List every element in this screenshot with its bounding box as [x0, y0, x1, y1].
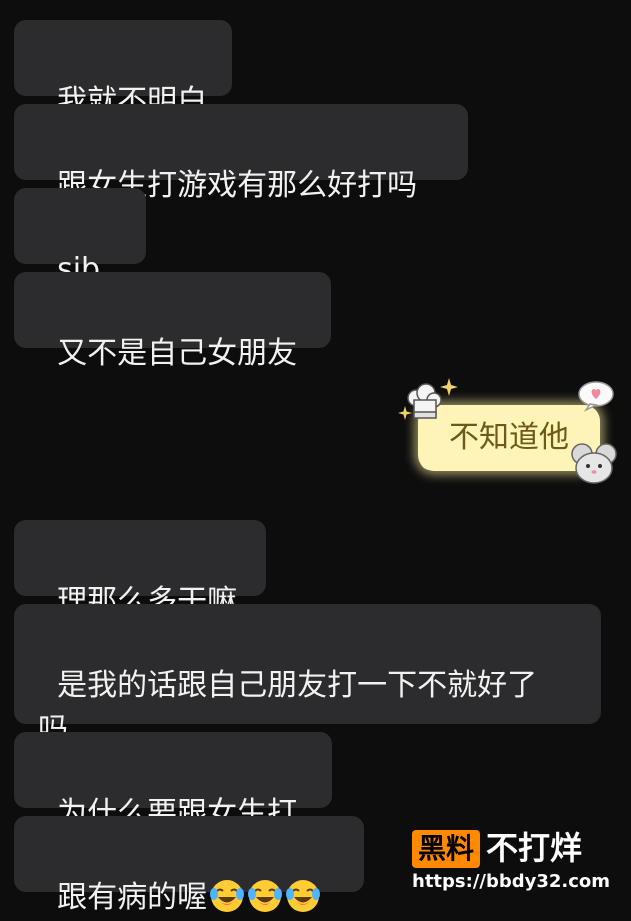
message-bubble-received: 跟有病的喔 [14, 816, 364, 915]
sparkle-icon [440, 378, 458, 396]
watermark-badge: 黑料 [412, 830, 481, 868]
message-text: 不知道他 [449, 420, 569, 455]
message-bubble-received: 理那么多干嘛 [14, 520, 266, 619]
watermark: 黑料 不打烊 https://bbdy32.com [412, 826, 622, 896]
crying-laughing-emoji [248, 880, 283, 912]
watermark-title: 不打烊 [486, 829, 583, 867]
sparkle-icon [398, 406, 412, 420]
message-bubble-received: sjb的 [14, 188, 146, 331]
message-text: 跟有病的喔 [57, 880, 208, 915]
watermark-url: https://bbdy32.com [412, 871, 611, 892]
crying-laughing-emoji [210, 880, 245, 912]
message-bubble-received: 又不是自己女朋友 [14, 272, 331, 371]
mouse-sticker-icon [571, 443, 617, 484]
message-bubble-received: 是我的话跟自己朋友打一下不就好了 吗 [14, 604, 601, 747]
message-bubble-received: 为什么要跟女生打 [14, 732, 332, 831]
message-text: 又不是自己女朋友 [57, 336, 298, 371]
crying-laughing-emoji [286, 880, 321, 912]
message-bubble-received: 跟女生打游戏有那么好打吗 [14, 104, 468, 203]
message-bubble-received: 我就不明白 [14, 20, 232, 119]
heart-bubble-icon [578, 381, 614, 412]
